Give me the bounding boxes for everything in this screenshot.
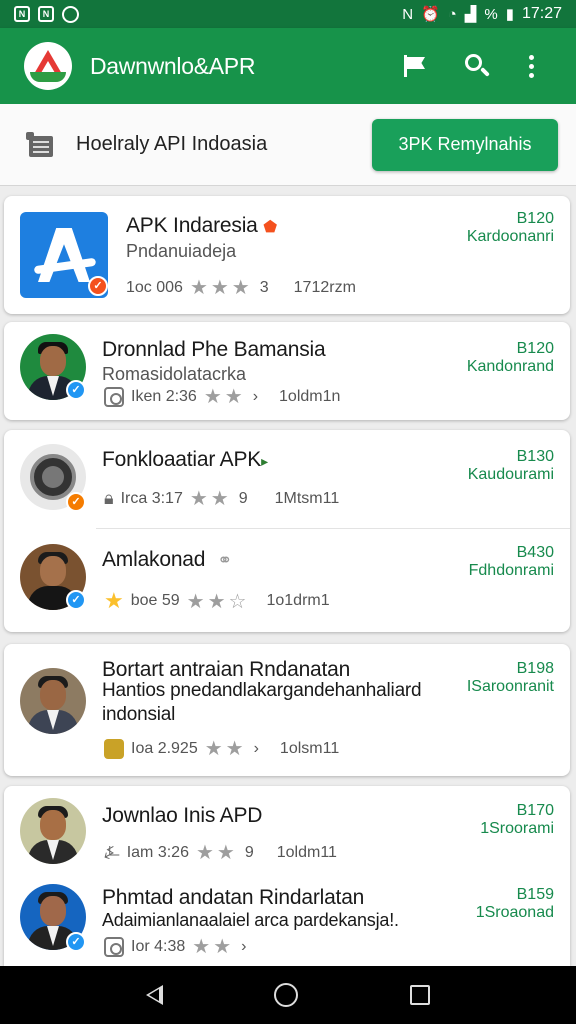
- price-block: B130 Kaudourami: [467, 448, 554, 483]
- app-title: Jownlao Inis APD: [102, 804, 263, 827]
- lock-icon: 🔒︎: [104, 488, 114, 508]
- rating-stars: ★★☆: [186, 590, 250, 613]
- app-title: APK Indaresia ⬟: [126, 214, 278, 237]
- chevron-right-icon: ›: [252, 387, 259, 405]
- app-meta: ⍼ Iam 3:26 ★★ 9 1oldm11: [104, 842, 337, 864]
- app-title: Bortart antraian Rndanatan: [102, 658, 351, 681]
- app-card: ✓ Fonkloaatiar APK▸ 🔒︎ Irca 3:17 ★★ 9 1M…: [4, 430, 570, 632]
- camera-icon: [104, 386, 124, 407]
- app-card[interactable]: ✓ APK Indaresia ⬟ Pndanuiadeja 1oc 006 ★…: [4, 196, 570, 314]
- app-meta: 1oc 006 ★★★ 3 1712rzm: [126, 277, 356, 299]
- news-icon: [26, 131, 54, 159]
- more-vert-icon: [526, 54, 536, 78]
- rating-stars: ★★: [203, 386, 246, 408]
- play-icon: ▸: [261, 453, 268, 469]
- camera-icon: [104, 936, 124, 957]
- price-block: B120 Kardoonanri: [466, 210, 554, 245]
- app-card: Jownlao Inis APD ⍼ Iam 3:26 ★★ 9 1oldm11…: [4, 786, 570, 966]
- back-icon[interactable]: [145, 985, 163, 1005]
- link-icon: ⚭: [217, 550, 233, 570]
- avatar: [20, 668, 86, 734]
- circle-icon: [62, 5, 79, 23]
- avatar: [20, 798, 86, 864]
- notification-icon: N: [38, 6, 54, 22]
- app-meta: 🔒︎ Irca 3:17 ★★ 9 1Mtsm11: [104, 488, 340, 510]
- app-logo[interactable]: [24, 42, 72, 90]
- verified-badge-icon: ✓: [66, 380, 86, 400]
- home-icon[interactable]: [274, 983, 299, 1007]
- app-subtitle: Hantios pnedandlakargandehanhaliard: [102, 680, 422, 701]
- system-nav-bar: [0, 966, 576, 1024]
- cta-button[interactable]: 3PK Remylnahis: [372, 118, 558, 171]
- battery-percent: %: [484, 5, 498, 23]
- app-subtitle-line2: indonsial: [102, 704, 176, 725]
- signal-icon: ▟: [464, 6, 477, 23]
- verified-badge-icon: ✓: [88, 276, 108, 296]
- app-title: Dawnwnlo&APR: [90, 52, 256, 79]
- price-block: B430 Fdhdonrami: [468, 544, 554, 579]
- app-meta: Ior 4:38 ★★ ›: [104, 934, 246, 959]
- list-item[interactable]: Jownlao Inis APD ⍼ Iam 3:26 ★★ 9 1oldm11…: [4, 786, 570, 876]
- app-small-icon: [104, 738, 124, 759]
- app-subtitle: Pndanuiadeja: [126, 241, 237, 261]
- price-block: B198 ISaroonranit: [466, 660, 554, 695]
- list-item[interactable]: ✓ Phmtad andatan Rindarlatan Adaimianlan…: [4, 876, 570, 966]
- flag-icon: [402, 55, 426, 77]
- rating-stars: ★★: [195, 842, 238, 864]
- verified-badge-icon: ✓: [66, 932, 86, 952]
- app-title: Amlakonad ⚭: [102, 548, 233, 571]
- list-item[interactable]: ✓ Amlakonad ⚭ ★ boe 59 ★★☆ 1o1drm1 B430 F…: [4, 528, 570, 632]
- app-meta: ★ boe 59 ★★☆ 1o1drm1: [104, 588, 330, 613]
- app-bar: Dawnwnlo&APR: [0, 28, 576, 104]
- app-subtitle: Adaimianlanaalaiel arca pardekansja!.: [102, 910, 399, 930]
- filter-bar: Hoelraly API Indoasia 3PK Remylnahis: [0, 104, 576, 186]
- battery-icon: ▮: [505, 6, 514, 23]
- app-title: Fonkloaatiar APK▸: [102, 448, 268, 471]
- share-icon: ⍼: [104, 842, 120, 862]
- wifi-icon: ◔: [447, 5, 457, 23]
- chevron-right-icon: ›: [241, 937, 247, 955]
- price-block: B159 1Sroaonad: [475, 886, 554, 921]
- filter-label: Hoelraly API Indoasia: [76, 133, 268, 155]
- search-button[interactable]: [464, 53, 492, 79]
- app-meta: Ioa 2.925 ★★ › 1olsm11: [104, 736, 339, 761]
- rating-stars: ★★★: [189, 277, 253, 299]
- verified-badge-icon: ✓: [66, 590, 86, 610]
- app-subtitle: Romasidolatacrka: [102, 364, 247, 384]
- status-bar: N N N ⏰ ◔ ▟ % ▮ 17:27: [0, 0, 576, 28]
- notification-icon: N: [14, 6, 30, 22]
- verified-badge-icon: ✓: [66, 492, 86, 512]
- rating-stars: ★★: [192, 936, 235, 958]
- app-meta: Iken 2:36 ★★ › 1oldm1n: [104, 384, 340, 409]
- status-time: 17:27: [521, 5, 562, 22]
- list-item[interactable]: ✓ Fonkloaatiar APK▸ 🔒︎ Irca 3:17 ★★ 9 1M…: [4, 430, 570, 528]
- app-card[interactable]: Bortart antraian Rndanatan Hantios pneda…: [4, 644, 570, 776]
- rating-stars: ★★: [204, 738, 247, 760]
- search-icon: [464, 53, 490, 79]
- more-options-button[interactable]: [526, 54, 554, 78]
- app-card[interactable]: ✓ Dronnlad Phe Bamansia Romasidolatacrka…: [4, 322, 570, 420]
- star-icon: ★: [104, 588, 124, 613]
- flag-button[interactable]: [402, 55, 430, 77]
- nfc-icon: N: [402, 5, 414, 23]
- shield-icon: ⬟: [263, 219, 278, 236]
- price-block: B170 1Sroorami: [480, 802, 554, 837]
- recents-icon[interactable]: [410, 985, 431, 1005]
- app-title: Dronnlad Phe Bamansia: [102, 338, 326, 361]
- rating-stars: ★★: [189, 488, 232, 510]
- price-block: B120 Kandonrand: [466, 340, 554, 375]
- alarm-icon: ⏰: [421, 6, 440, 23]
- app-title: Phmtad andatan Rindarlatan: [102, 886, 365, 909]
- chevron-right-icon: ›: [253, 739, 259, 757]
